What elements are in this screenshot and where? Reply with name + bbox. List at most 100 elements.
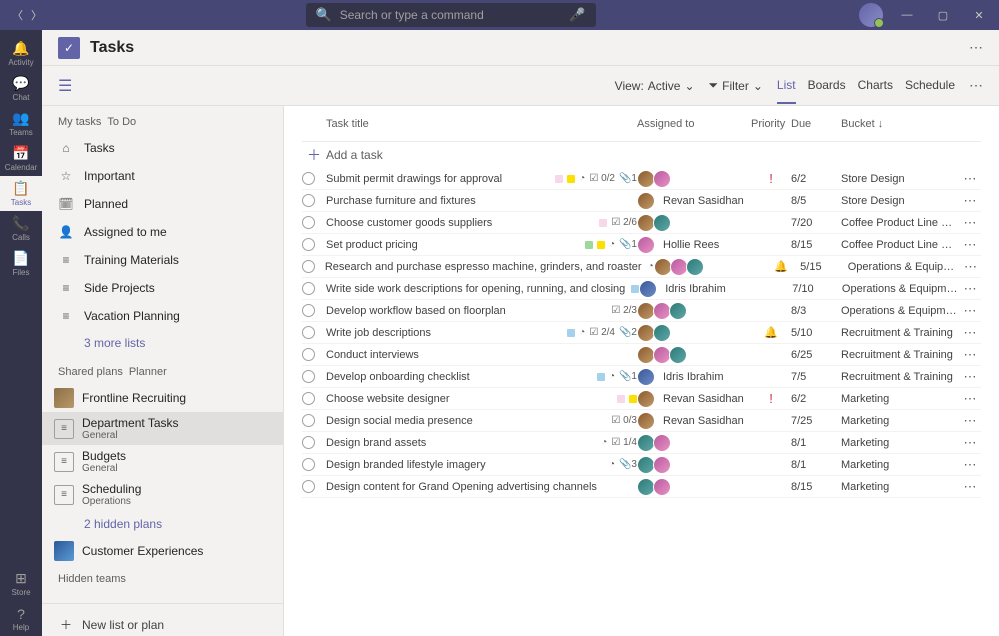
- tab-list[interactable]: List: [777, 78, 796, 104]
- table-row[interactable]: Choose website designer Revan Sasidhan !…: [302, 388, 981, 410]
- complete-radio[interactable]: [302, 238, 315, 251]
- list-item-side-projects[interactable]: ≡Side Projects: [42, 274, 283, 302]
- row-more-icon[interactable]: ⋯: [959, 435, 981, 451]
- row-more-icon[interactable]: ⋯: [959, 369, 981, 385]
- row-more-icon[interactable]: ⋯: [959, 457, 981, 473]
- plan-frontline-recruiting[interactable]: Frontline Recruiting: [42, 384, 283, 412]
- col-due[interactable]: Due: [791, 118, 841, 130]
- close-button[interactable]: ✕: [967, 3, 991, 27]
- filter-button[interactable]: ⏷ Filter ⌄: [709, 78, 763, 93]
- table-row[interactable]: Research and purchase espresso machine, …: [302, 256, 981, 278]
- table-row[interactable]: Design content for Grand Opening adverti…: [302, 476, 981, 498]
- list-item-training-materials[interactable]: ≡Training Materials: [42, 246, 283, 274]
- rail-item-chat[interactable]: 💬Chat: [0, 71, 42, 106]
- rail-item-calendar[interactable]: 📅Calendar: [0, 141, 42, 176]
- plan-scheduling[interactable]: ≡SchedulingOperations: [42, 478, 283, 511]
- complete-radio[interactable]: [302, 370, 315, 383]
- minimize-button[interactable]: —: [895, 3, 919, 27]
- rail-item-help[interactable]: ?Help: [0, 601, 42, 636]
- plan-department-tasks[interactable]: ≡Department TasksGeneral: [42, 412, 283, 445]
- rail-item-tasks[interactable]: 📋Tasks: [0, 176, 42, 211]
- col-assigned[interactable]: Assigned to: [637, 118, 751, 130]
- complete-radio[interactable]: [302, 458, 315, 471]
- assigned-avatars: [637, 170, 751, 188]
- complete-radio[interactable]: [302, 304, 315, 317]
- table-row[interactable]: Conduct interviews 6/25 Recruitment & Tr…: [302, 344, 981, 366]
- complete-radio[interactable]: [302, 392, 315, 405]
- maximize-button[interactable]: ▢: [931, 3, 955, 27]
- complete-radio[interactable]: [302, 326, 315, 339]
- table-row[interactable]: Choose customer goods suppliers ☑ 2/6 7/…: [302, 212, 981, 234]
- row-more-icon[interactable]: ⋯: [959, 303, 981, 319]
- search-box[interactable]: 🔍 🎤: [306, 3, 596, 27]
- rail-item-activity[interactable]: 🔔Activity: [0, 36, 42, 71]
- list-item-vacation-planning[interactable]: ≡Vacation Planning: [42, 302, 283, 330]
- nav-back-icon[interactable]: 〈: [12, 7, 23, 23]
- table-row[interactable]: Write job descriptions ◔☑ 2/4📎2 🔔 5/10 R…: [302, 322, 981, 344]
- view-selector[interactable]: View: Active ⌄: [615, 79, 695, 93]
- table-row[interactable]: Write side work descriptions for opening…: [302, 278, 981, 300]
- complete-radio[interactable]: [302, 480, 315, 493]
- add-task-row[interactable]: ＋ Add a task: [302, 142, 981, 168]
- list-item-planned[interactable]: 🗓Planned: [42, 190, 283, 218]
- col-priority[interactable]: Priority: [751, 118, 791, 130]
- row-more-icon[interactable]: ⋯: [959, 281, 981, 297]
- rail-item-teams[interactable]: 👥Teams: [0, 106, 42, 141]
- complete-radio[interactable]: [302, 172, 315, 185]
- tab-schedule[interactable]: Schedule: [905, 78, 955, 104]
- complete-radio[interactable]: [302, 282, 315, 295]
- table-row[interactable]: Design branded lifestyle imagery ◔📎3 8/1…: [302, 454, 981, 476]
- more-lists-link[interactable]: 3 more lists: [42, 330, 283, 356]
- tab-charts[interactable]: Charts: [858, 78, 893, 104]
- list-item-assigned-to-me[interactable]: 👤Assigned to me: [42, 218, 283, 246]
- avatar: [653, 170, 671, 188]
- tab-boards[interactable]: Boards: [808, 78, 846, 104]
- hidden-plans-link[interactable]: 2 hidden plans: [42, 511, 283, 537]
- complete-radio[interactable]: [302, 194, 315, 207]
- row-more-icon[interactable]: ⋯: [960, 259, 981, 275]
- complete-radio[interactable]: [302, 216, 315, 229]
- row-more-icon[interactable]: ⋯: [959, 347, 981, 363]
- new-list-button[interactable]: ＋ New list or plan: [42, 603, 283, 636]
- list-item-important[interactable]: ☆Important: [42, 162, 283, 190]
- rail-item-calls[interactable]: 📞Calls: [0, 211, 42, 246]
- row-more-icon[interactable]: ⋯: [959, 171, 981, 187]
- rail-item-store[interactable]: ⊞Store: [0, 566, 42, 601]
- toolbar-more-icon[interactable]: ⋯: [969, 77, 983, 94]
- col-title[interactable]: Task title: [326, 118, 637, 130]
- complete-radio[interactable]: [302, 348, 315, 361]
- nav-forward-icon[interactable]: 〉: [31, 7, 42, 23]
- table-row[interactable]: Design social media presence ☑ 0/3 Revan…: [302, 410, 981, 432]
- table-row[interactable]: Design brand assets ◔☑ 1/4 8/1 Marketing…: [302, 432, 981, 454]
- plan-customer-experiences[interactable]: Customer Experiences: [42, 537, 283, 565]
- header-more-icon[interactable]: ⋯: [969, 39, 983, 56]
- table-row[interactable]: Purchase furniture and fixtures Revan Sa…: [302, 190, 981, 212]
- list-item-tasks[interactable]: ⌂Tasks: [42, 134, 283, 162]
- plan-title: Scheduling: [82, 482, 141, 496]
- plan-subtitle: General: [82, 463, 126, 474]
- complete-radio[interactable]: [302, 260, 315, 273]
- search-input[interactable]: [340, 8, 562, 22]
- row-more-icon[interactable]: ⋯: [959, 325, 981, 341]
- table-row[interactable]: Submit permit drawings for approval ◔☑ 0…: [302, 168, 981, 190]
- row-more-icon[interactable]: ⋯: [959, 391, 981, 407]
- bucket-name: Store Design: [841, 195, 959, 207]
- rail-label: Calls: [12, 233, 30, 242]
- plan-budgets[interactable]: ≡BudgetsGeneral: [42, 445, 283, 478]
- table-row[interactable]: Develop workflow based on floorplan ☑ 2/…: [302, 300, 981, 322]
- rail-item-files[interactable]: 📄Files: [0, 246, 42, 281]
- table-row[interactable]: Develop onboarding checklist ◔📎1 Idris I…: [302, 366, 981, 388]
- row-more-icon[interactable]: ⋯: [959, 237, 981, 253]
- table-row[interactable]: Set product pricing ◔📎1 Hollie Rees 8/15…: [302, 234, 981, 256]
- user-avatar[interactable]: [859, 3, 883, 27]
- mic-icon[interactable]: 🎤: [569, 7, 585, 23]
- col-bucket[interactable]: Bucket ↓: [841, 118, 959, 130]
- row-more-icon[interactable]: ⋯: [959, 193, 981, 209]
- complete-radio[interactable]: [302, 414, 315, 427]
- row-more-icon[interactable]: ⋯: [959, 215, 981, 231]
- hamburger-icon[interactable]: ☰: [58, 76, 72, 96]
- hidden-teams-label[interactable]: Hidden teams: [42, 565, 283, 593]
- row-more-icon[interactable]: ⋯: [959, 413, 981, 429]
- complete-radio[interactable]: [302, 436, 315, 449]
- row-more-icon[interactable]: ⋯: [959, 479, 981, 495]
